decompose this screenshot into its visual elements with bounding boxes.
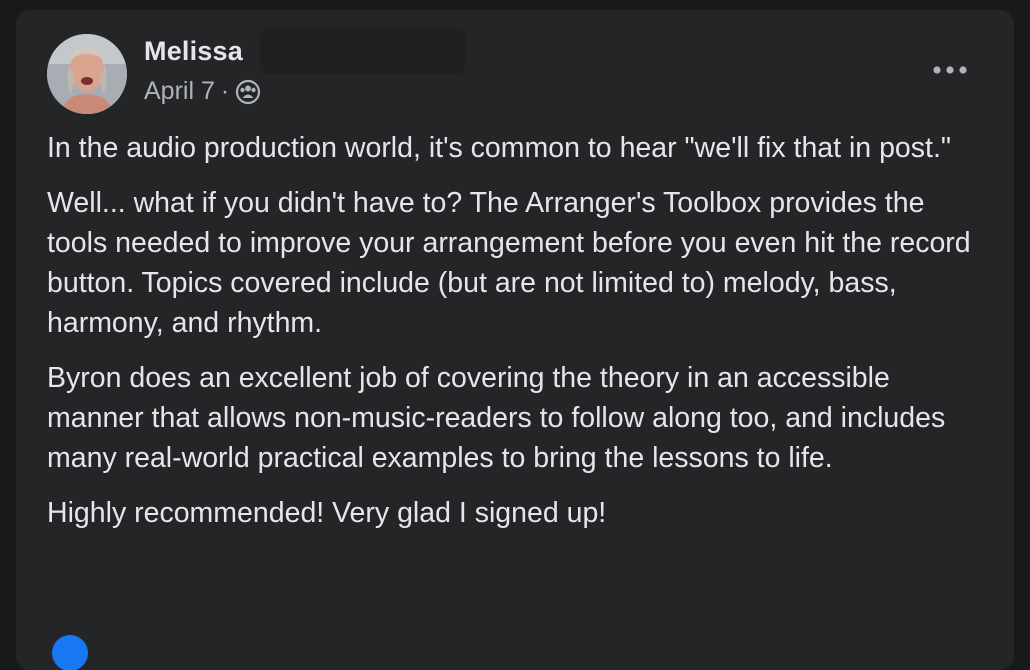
author-name[interactable]: Melissa bbox=[144, 36, 243, 67]
more-horizontal-icon bbox=[933, 66, 967, 74]
post-text: In the audio production world, it's comm… bbox=[47, 128, 987, 548]
post-meta: April 7 · bbox=[144, 77, 261, 106]
post-card: Melissa April 7 · In the audio productio… bbox=[16, 10, 1014, 670]
post-paragraph: In the audio production world, it's comm… bbox=[47, 132, 951, 164]
reaction-icon[interactable] bbox=[52, 635, 88, 670]
post-date[interactable]: April 7 bbox=[144, 77, 215, 106]
post-paragraph: Well... what if you didn't have to? The … bbox=[47, 187, 971, 339]
meta-separator: · bbox=[220, 77, 230, 105]
post-paragraph: Byron does an excellent job of covering … bbox=[47, 362, 946, 474]
redacted-surname bbox=[260, 28, 465, 74]
group-icon[interactable] bbox=[235, 79, 261, 105]
engagement-counts[interactable] bbox=[824, 640, 984, 660]
post-paragraph: Highly recommended! Very glad I signed u… bbox=[47, 497, 607, 529]
more-options-button[interactable] bbox=[928, 54, 972, 86]
author-avatar[interactable] bbox=[47, 34, 127, 114]
